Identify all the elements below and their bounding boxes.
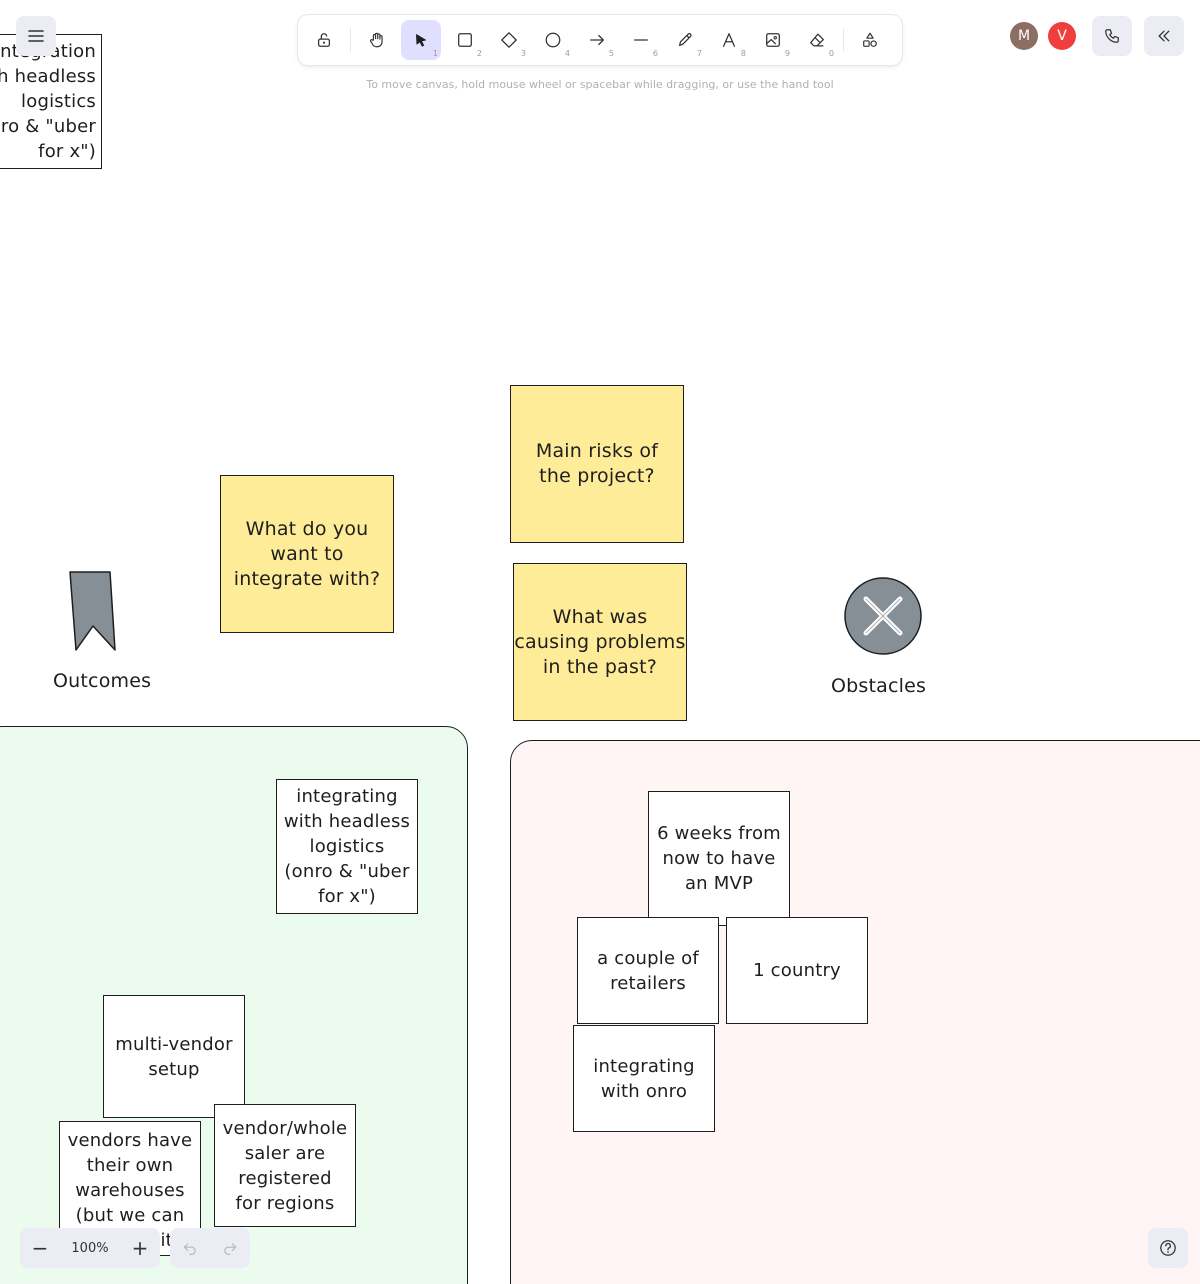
eraser-icon [810,33,824,47]
history-controls [170,1228,250,1268]
line-tool[interactable]: 6 [621,20,661,60]
hand-tool[interactable] [357,20,397,60]
text-icon [722,33,736,47]
line-icon [634,39,648,41]
image-tool[interactable]: 9 [753,20,793,60]
call-button[interactable] [1092,16,1132,56]
eraser-key: 0 [828,49,834,58]
undo-icon[interactable] [182,1240,198,1256]
redo-icon[interactable] [222,1240,238,1256]
phone-icon [1105,29,1119,43]
help-icon [1160,1240,1176,1256]
ellipse-icon [545,32,561,48]
diamond-tool[interactable]: 3 [489,20,529,60]
avatar-m[interactable]: M [1010,22,1038,50]
ellipse-tool[interactable]: 4 [533,20,573,60]
draw-tool[interactable]: 7 [665,20,705,60]
obstacle-note-integrating-onro[interactable]: integrating with onro [573,1025,715,1132]
pencil-icon [678,33,692,47]
shapes-icon [863,32,877,47]
eraser-tool[interactable]: 0 [797,20,837,60]
hamburger-icon [28,30,44,42]
main-menu-button[interactable] [16,16,56,56]
pointer-icon [416,34,426,47]
obstacle-note-retailers[interactable]: a couple of retailers [577,917,719,1024]
draw-key: 7 [696,49,702,58]
diamond-key: 3 [520,49,526,58]
rectangle-key: 2 [476,49,482,58]
obstacle-note-one-country[interactable]: 1 country [726,917,868,1024]
zoom-level[interactable]: 100% [71,1241,108,1256]
rectangle-tool[interactable]: 2 [445,20,485,60]
zoom-out-button[interactable]: − [30,1236,50,1260]
outcome-note-vendor-regions[interactable]: vendor/whole saler are registered for re… [214,1104,356,1227]
sticky-note-integrate[interactable]: What do you want to integrate with? [220,475,394,633]
outcome-note-multi-vendor[interactable]: multi-vendor setup [103,995,245,1118]
text-key: 8 [740,49,746,58]
zoom-controls: − 100% + [20,1228,160,1268]
sticky-note-risks[interactable]: Main risks of the project? [510,385,684,543]
lock-tool[interactable] [304,20,344,60]
toolbar-divider [843,28,844,52]
bookmark-icon[interactable] [66,568,120,656]
avatar-v[interactable]: V [1048,22,1076,50]
shape-toolbar: 1 2 3 4 5 6 7 8 9 0 [298,15,902,65]
canvas-hint: To move canvas, hold mouse wheel or spac… [366,78,834,91]
diamond-icon [501,32,517,48]
sticky-note-problems[interactable]: What was causing problems in the past? [513,563,687,721]
outcome-note-headless-logistics[interactable]: integrating with headless logistics (onr… [276,779,418,914]
image-key: 9 [784,49,790,58]
help-button[interactable] [1148,1228,1188,1268]
more-shapes-tool[interactable] [850,20,890,60]
close-circle-icon[interactable] [840,574,926,660]
double-chevron-left-icon [1158,30,1170,42]
image-icon [766,33,780,47]
rectangle-icon [458,33,472,47]
ellipse-key: 4 [564,49,570,58]
hand-icon [369,32,383,48]
text-tool[interactable]: 8 [709,20,749,60]
toolbar-divider [350,28,351,52]
obstacle-note-mvp-deadline[interactable]: 6 weeks from now to have an MVP [648,791,790,926]
collapse-sidebar-button[interactable] [1144,16,1184,56]
unlock-icon [317,33,331,47]
outcomes-label[interactable]: Outcomes [53,670,151,692]
arrow-key: 5 [608,49,614,58]
line-key: 6 [652,49,658,58]
obstacles-label[interactable]: Obstacles [831,675,926,697]
selection-key: 1 [432,49,438,58]
selection-tool[interactable]: 1 [401,20,441,60]
arrow-icon [590,34,604,46]
zoom-in-button[interactable]: + [130,1236,150,1260]
arrow-tool[interactable]: 5 [577,20,617,60]
whiteboard-canvas[interactable]: integration with headless logistics (onr… [0,0,1200,1284]
